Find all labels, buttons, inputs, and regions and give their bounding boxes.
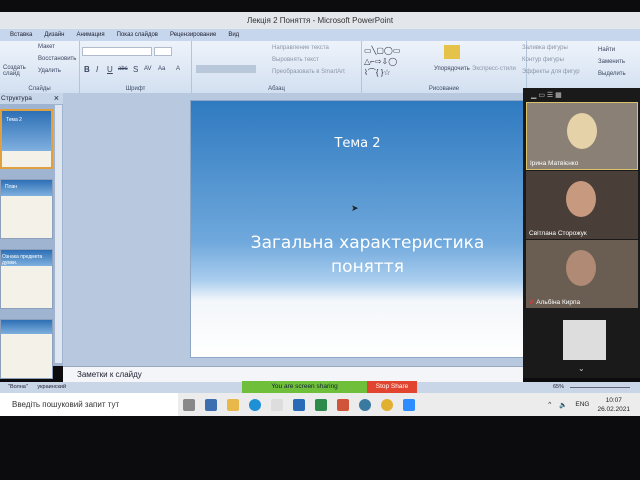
delete-button[interactable]: Удалить [38,68,61,74]
underline-button[interactable]: U [107,65,113,74]
muted-mic-icon: ✗ [529,299,535,306]
clock[interactable]: 10:07 26.02.2021 [597,396,630,414]
group-label: Шрифт [125,86,146,92]
language: украинский [37,384,67,390]
view-controls[interactable]: ▁ ▭ ☰ ▦ [531,91,562,99]
window-title: Лекція 2 Поняття - Microsoft PowerPoint [246,16,394,25]
strike-button[interactable]: abc [118,66,128,72]
group-label: Абзац [268,86,285,92]
volume-icon[interactable]: 🔈 [559,401,567,409]
outline-tab[interactable]: Структура [1,95,32,102]
bold-button[interactable]: B [84,65,90,74]
font-size-select[interactable] [154,47,172,56]
participant-video[interactable]: ✗ Альбіна Кирпа [526,240,638,308]
slide-canvas[interactable]: Тема 2 Загальна характеристика поняття ➤ [190,100,525,358]
slide-thumbnail[interactable]: План [0,179,53,239]
text-direction-button[interactable]: Направление текста [272,45,329,51]
notes-placeholder: Заметки к слайду [77,370,142,379]
new-slide-button[interactable]: Создать слайд [3,65,26,77]
shape-fill-button[interactable]: Заливка фигуры [522,45,568,51]
slide-thumbnail[interactable] [0,319,53,379]
mail-icon[interactable] [293,398,305,411]
layout-button[interactable]: Макет [38,44,55,50]
edge-icon[interactable] [249,398,261,411]
zoom-icon[interactable] [403,398,415,411]
paragraph-group: Направление текста Выровнять текст Преоб… [192,41,362,93]
align-buttons[interactable] [196,65,256,73]
zoom-slider[interactable] [570,387,630,388]
title-bar: Лекція 2 Поняття - Microsoft PowerPoint [0,12,640,29]
task-view-icon[interactable] [183,398,195,411]
excel-icon[interactable] [315,398,327,411]
font-group: B I U abc S AV Aa A Шрифт [80,41,192,93]
store-icon[interactable] [271,398,283,411]
reset-button[interactable]: Восстановить [38,56,76,62]
scrollbar[interactable] [55,105,62,363]
notes-field[interactable]: Заметки к слайду [63,366,523,382]
stop-share-button[interactable]: Stop Share [367,381,417,393]
taskbar-search-input[interactable]: Введіть пошуковий запит тут [0,393,178,416]
font-color-button[interactable]: A [176,66,180,72]
slide-thumbnail[interactable]: Тема 2 [0,109,53,169]
ribbon: Создать слайд Макет Восстановить Удалить… [0,41,640,93]
participant-video[interactable]: Світлана Сторожук [526,171,638,239]
tab-insert[interactable]: Вставка [10,29,32,41]
group-label: Слайды [28,86,51,92]
smartart-button[interactable]: Преобразовать в SmartArt [272,69,345,75]
self-view-video[interactable] [563,320,606,360]
taskbar: Введіть пошуковий запит тут ^ 🔈 ENG 10:0… [0,393,640,416]
theme-name: "Волна" [8,384,28,390]
drawing-group: ▭╲▢◯▭ △⌐⇨⇩◯ ⌇⌒{ }☆ Упорядочить Экспресс-ст… [362,41,580,93]
slides-pane: Структура × Тема 2 План Ознака предмета д… [0,93,63,379]
tab-view[interactable]: Вид [228,29,239,41]
app-icon[interactable] [359,398,371,411]
zoom-video-panel: ▁ ▭ ☰ ▦ Ірина Матвієнко Світлана Сторожу… [523,88,640,378]
tab-animation[interactable]: Анимация [76,29,104,41]
italic-button[interactable]: I [96,65,98,74]
input-language[interactable]: ENG [575,401,589,408]
shape-outline-button[interactable]: Контур фигуры [522,57,564,63]
app-icon[interactable] [205,398,217,411]
font-name-select[interactable] [82,47,152,56]
tab-design[interactable]: Дизайн [44,29,64,41]
slides-group: Создать слайд Макет Восстановить Удалить… [0,41,80,93]
slide-thumbnail[interactable]: Ознака предмета думки. [0,249,53,309]
tray-arrow-icon[interactable]: ^ [548,401,551,408]
slide-title[interactable]: Тема 2 [191,136,524,151]
spacing-button[interactable]: AV [144,66,152,72]
shapes-gallery[interactable]: ▭╲▢◯▭ △⌐⇨⇩◯ ⌇⌒{ }☆ [364,45,434,79]
zoom-level[interactable]: 65% [553,382,564,393]
group-label: Рисование [428,86,460,92]
mouse-cursor-icon: ➤ [351,203,359,213]
select-button[interactable]: Выделить [598,71,626,77]
case-button[interactable]: Aa [158,66,165,72]
chevron-down-icon[interactable]: ⌄ [578,364,585,373]
quick-styles-button[interactable]: Экспресс-стили [472,66,516,72]
align-text-button[interactable]: Выровнять текст [272,57,319,63]
find-button[interactable]: Найти [598,47,615,53]
screen-share-bar: You are screen sharing Stop Share [242,381,417,393]
arrange-button[interactable]: Упорядочить [434,66,470,72]
slide-subtitle[interactable]: Загальна характеристика поняття [231,231,504,279]
tab-review[interactable]: Рецензирование [170,29,216,41]
file-explorer-icon[interactable] [227,398,239,411]
ribbon-tabs: Вставка Дизайн Анимация Показ слайдов Ре… [0,29,640,41]
shape-effects-button[interactable]: Эффекты для фигур [522,69,580,75]
tab-slideshow[interactable]: Показ слайдов [117,29,158,41]
replace-button[interactable]: Заменить [598,59,625,65]
shadow-button[interactable]: S [133,65,138,74]
system-tray: ^ 🔈 ENG 10:07 26.02.2021 [548,393,630,416]
arrange-icon [444,45,460,59]
powerpoint-icon[interactable] [337,398,349,411]
close-pane-button[interactable]: × [54,93,59,104]
sharing-message: You are screen sharing [242,381,367,393]
participant-video[interactable]: Ірина Матвієнко [526,102,638,170]
chrome-icon[interactable] [381,398,393,411]
